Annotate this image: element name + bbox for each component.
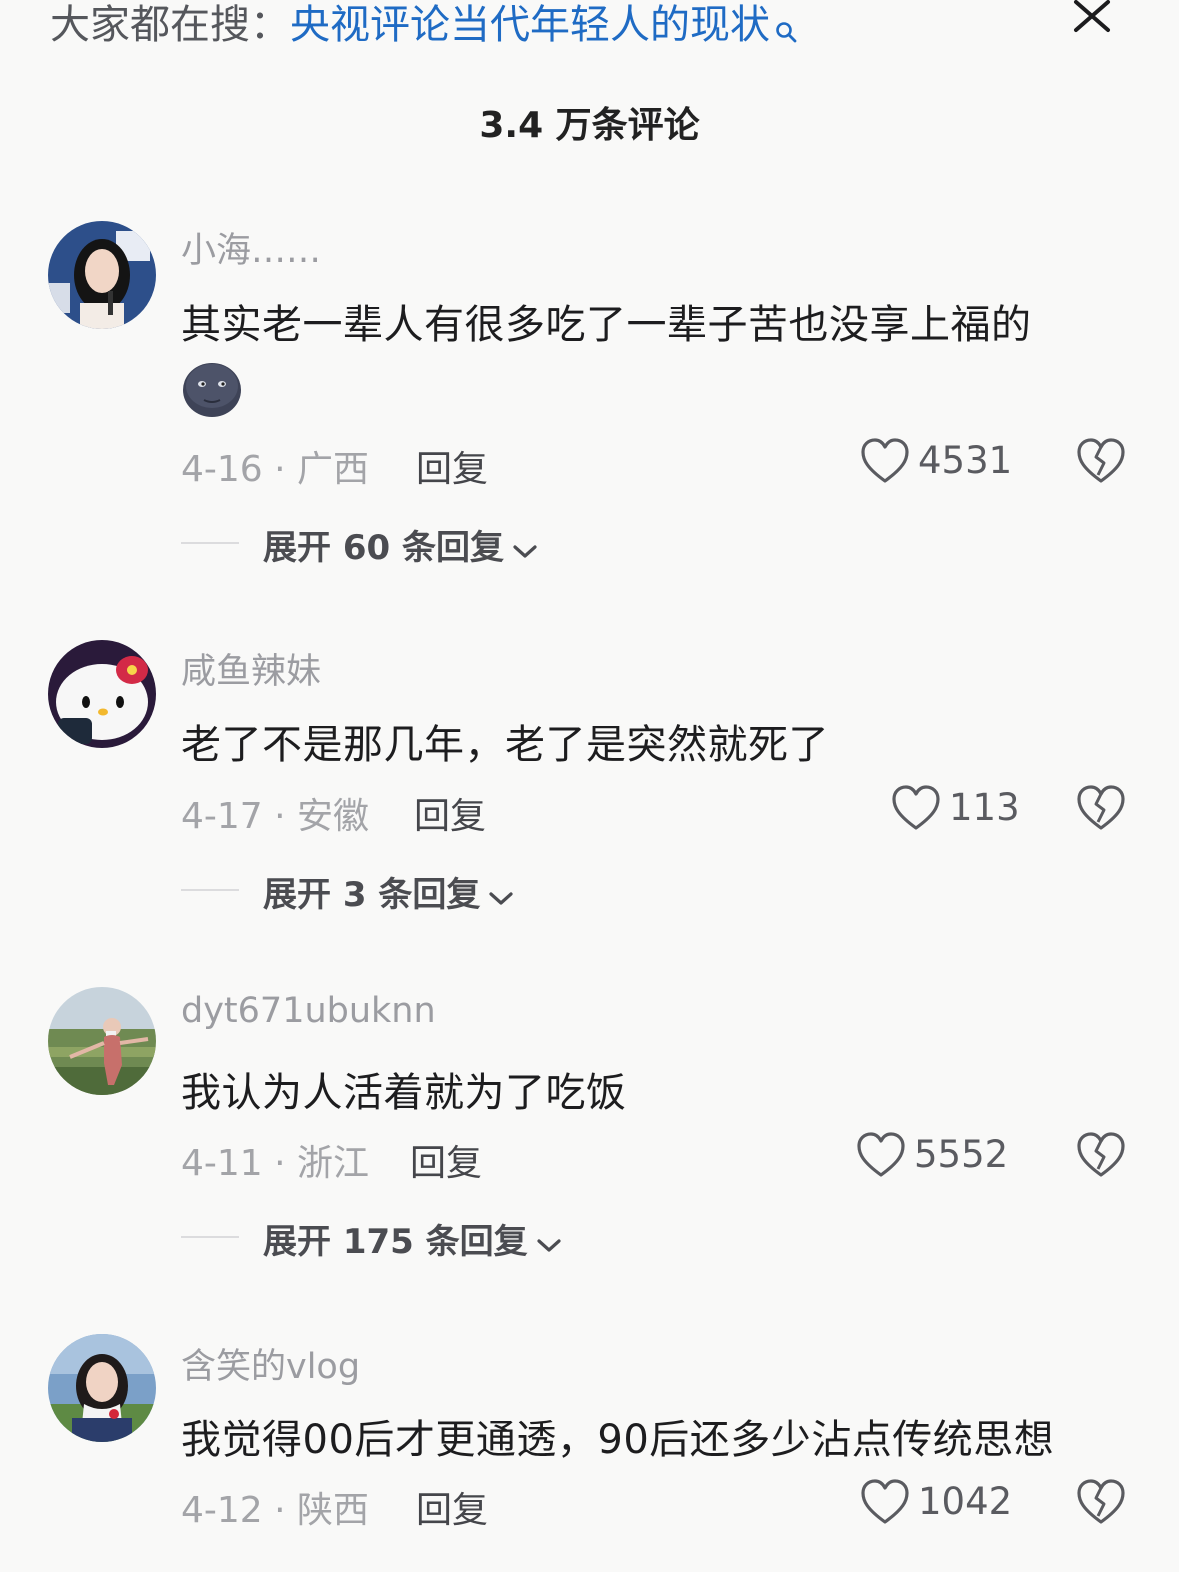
comment-username[interactable]: dyt671ubuknn <box>181 991 436 1031</box>
expand-replies[interactable]: 展开 175 条回复 <box>181 1214 601 1262</box>
dislike-button[interactable] <box>1076 784 1126 832</box>
avatar[interactable] <box>48 221 156 329</box>
comment-text: 我觉得00后才更通透，90后还多少沾点传统思想 <box>181 1417 1055 1463</box>
broken-heart-icon <box>1077 1132 1125 1177</box>
search-icon <box>774 6 798 56</box>
reply-button[interactable]: 回复 <box>414 787 486 839</box>
comment-date-location: 4-12 · 陕西 <box>181 1490 370 1531</box>
reply-button[interactable]: 回复 <box>410 1134 482 1186</box>
heart-icon <box>857 1132 905 1177</box>
comment-username[interactable]: 咸鱼辣妹 <box>181 643 321 694</box>
broken-heart-icon <box>1077 785 1125 830</box>
like-button[interactable]: 1042 <box>860 1478 1013 1526</box>
comment-date-location: 4-16 · 广西 <box>181 449 370 490</box>
broken-heart-icon <box>1077 1479 1125 1524</box>
heart-icon <box>892 785 940 830</box>
search-suggestion-query[interactable]: 央视评论当代年轻人的现状 <box>290 2 770 48</box>
like-count: 4531 <box>918 439 1013 482</box>
divider <box>181 542 239 544</box>
heart-icon <box>861 1479 909 1524</box>
comment-username[interactable]: 小海…… <box>181 222 321 273</box>
expand-replies-label: 展开 3 条回复 <box>263 875 481 915</box>
comment-text: 老了不是那几年，老了是突然就死了 <box>181 722 829 768</box>
dislike-button[interactable] <box>1076 437 1126 485</box>
close-icon <box>1074 0 1110 32</box>
heart-icon <box>861 438 909 483</box>
like-button[interactable]: 4531 <box>860 437 1013 485</box>
reply-button[interactable]: 回复 <box>416 1481 488 1533</box>
dislike-button[interactable] <box>1076 1478 1126 1526</box>
divider <box>181 1236 239 1238</box>
dislike-button[interactable] <box>1076 1131 1126 1179</box>
comment-text: 其实老一辈人有很多吃了一辈子苦也没享上福的 <box>181 302 1032 348</box>
chevron-down-icon <box>536 1224 562 1264</box>
broken-heart-icon <box>1077 438 1125 483</box>
top-bar: 大家都在搜：央视评论当代年轻人的现状 <box>0 0 1179 60</box>
new-moon-face-emoji <box>182 362 242 418</box>
comment-date-location: 4-11 · 浙江 <box>181 1143 370 1184</box>
avatar[interactable] <box>48 640 156 748</box>
comment-username[interactable]: 含笑的vlog <box>181 1338 360 1389</box>
comment-count-title: 3.4 万条评论 <box>479 105 700 146</box>
like-button[interactable]: 5552 <box>856 1131 1010 1179</box>
comment-date-location: 4-17 · 安徽 <box>181 796 370 837</box>
close-button[interactable] <box>1066 0 1118 40</box>
expand-replies-label: 展开 60 条回复 <box>263 528 504 568</box>
comment-text: 我认为人活着就为了吃饭 <box>181 1070 627 1116</box>
like-count: 1042 <box>918 1480 1013 1523</box>
like-count: 5552 <box>914 1133 1009 1176</box>
chevron-down-icon <box>488 877 514 917</box>
search-suggestion[interactable]: 大家都在搜：央视评论当代年轻人的现状 <box>50 0 798 56</box>
search-suggestion-prefix: 大家都在搜： <box>50 2 290 48</box>
expand-replies[interactable]: 展开 3 条回复 <box>181 867 541 915</box>
divider <box>181 889 239 891</box>
like-button[interactable]: 113 <box>891 784 1020 832</box>
avatar[interactable] <box>48 987 156 1095</box>
chevron-down-icon <box>512 530 538 570</box>
reply-button[interactable]: 回复 <box>416 440 488 492</box>
expand-replies[interactable]: 展开 60 条回复 <box>181 520 581 568</box>
expand-replies-label: 展开 175 条回复 <box>263 1222 528 1262</box>
avatar[interactable] <box>48 1334 156 1442</box>
like-count: 113 <box>949 786 1020 829</box>
